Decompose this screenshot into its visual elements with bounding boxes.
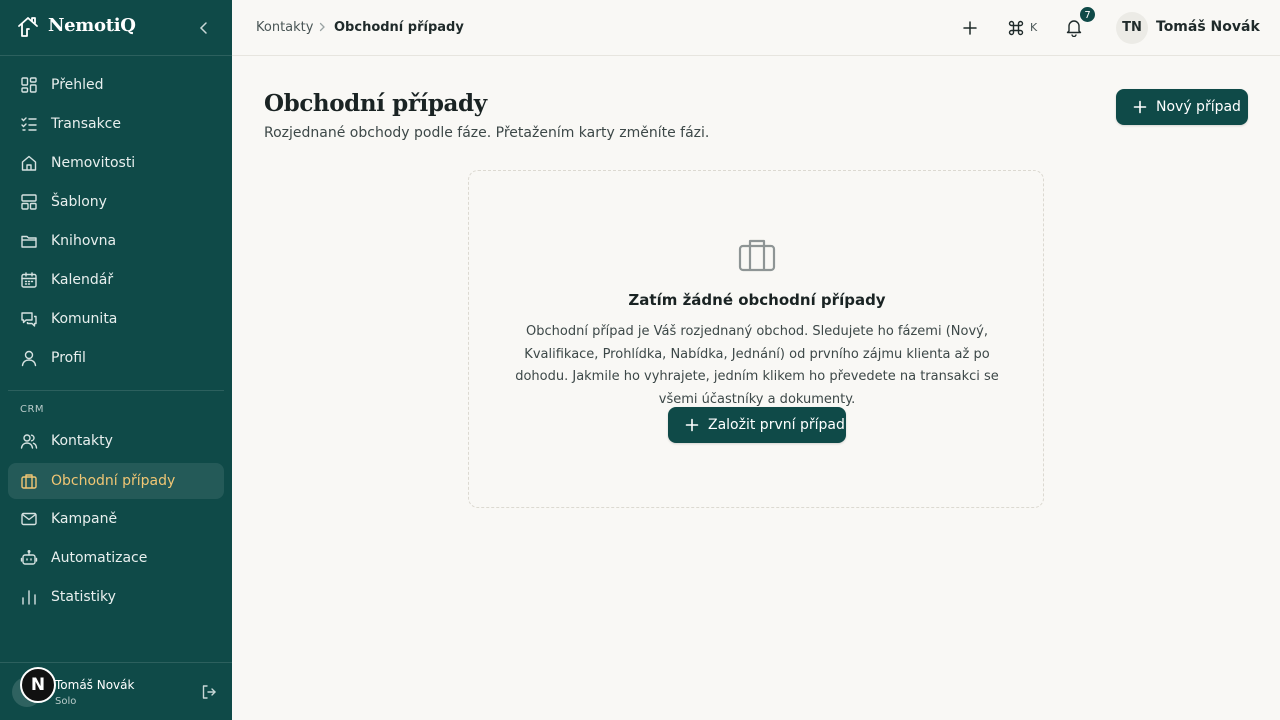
chat-icon [21, 312, 37, 327]
sidebar-item-label: Profil [51, 350, 86, 366]
sidebar-item-komunita[interactable]: Komunita [8, 301, 224, 337]
sidebar-item-label: Nemovitosti [51, 155, 136, 171]
bar-chart-icon [22, 590, 36, 605]
sidebar-item-statistiky[interactable]: Statistiky [8, 579, 224, 615]
user-icon [21, 350, 37, 367]
footer-user-plan: Solo [55, 696, 77, 707]
sidebar-item-label: Kontakty [51, 433, 113, 449]
sidebar-item-label: Přehled [51, 77, 104, 93]
grid-icon [21, 77, 37, 93]
plus-icon[interactable] [961, 19, 979, 37]
breadcrumb-current: Obchodní případy [334, 20, 464, 35]
sidebar-item-automatizace[interactable]: Automatizace [8, 540, 224, 576]
sidebar-item-label: Statistiky [51, 589, 116, 605]
sidebar-item-label: Kalendář [51, 272, 114, 288]
empty-state: Zatím žádné obchodní případy Obchodní př… [468, 170, 1044, 508]
create-first-case-label: Založit první případ [708, 417, 845, 433]
sidebar-item-label: Kampaně [51, 511, 118, 527]
checklist-icon [21, 117, 37, 131]
command-icon[interactable] [1007, 19, 1025, 37]
topbar: Kontakty Obchodní případy K 7 TN Tomáš N… [232, 0, 1280, 56]
briefcase-icon [21, 474, 37, 489]
bell-icon[interactable] [1065, 18, 1083, 37]
home-icon [21, 155, 37, 171]
brand: NemotiQ [0, 0, 232, 56]
folder-icon [21, 235, 37, 248]
user-name[interactable]: Tomáš Novák [1156, 19, 1260, 35]
footer-user-name: Tomáš Novák [55, 678, 135, 692]
page-subtitle: Rozjednané obchody podle fáze. Přetažení… [264, 125, 710, 141]
sidebar-footer: N Tomáš Novák Solo [0, 662, 232, 720]
sidebar-item-nemovitosti[interactable]: Nemovitosti [8, 145, 224, 181]
breadcrumb-item-kontakty[interactable]: Kontakty [256, 20, 313, 35]
sidebar-item-kontakty[interactable]: Kontakty [8, 423, 224, 459]
sidebar-item-sablony[interactable]: Šablony [8, 184, 224, 220]
avatar-letter-badge[interactable]: N [20, 667, 56, 703]
sidebar-item-knihovna[interactable]: Knihovna [8, 223, 224, 259]
template-icon [21, 194, 37, 210]
sidebar-item-kampane[interactable]: Kampaně [8, 501, 224, 537]
empty-state-text: Obchodní případ je Váš rozjednaný obchod… [515, 324, 999, 407]
notification-badge: 7 [1079, 6, 1096, 23]
sidebar-item-label: Automatizace [51, 550, 148, 566]
plus-icon [1133, 100, 1147, 114]
sidebar-item-label: Komunita [51, 311, 118, 327]
create-first-case-button[interactable]: Založit první případ [668, 407, 846, 443]
sidebar-item-label: Knihovna [51, 233, 117, 249]
collapse-sidebar-icon[interactable] [196, 20, 212, 36]
sidebar: NemotiQ Přehled Transakce Nemovitosti Ša… [0, 0, 232, 720]
sidebar-item-kalendar[interactable]: Kalendář [8, 262, 224, 298]
sidebar-item-label: Transakce [51, 116, 121, 132]
sidebar-item-label: Šablony [51, 194, 107, 210]
brand-name: NemotiQ [48, 15, 136, 36]
sidebar-item-transakce[interactable]: Transakce [8, 106, 224, 142]
new-case-label: Nový případ [1156, 99, 1241, 115]
empty-state-title: Zatím žádné obchodní případy [628, 291, 886, 309]
calendar-icon [21, 272, 37, 288]
sidebar-item-profil[interactable]: Profil [8, 340, 224, 376]
page-title: Obchodní případy [264, 90, 487, 117]
sidebar-section-label: CRM [20, 404, 45, 415]
house-logo-icon [18, 17, 38, 37]
sidebar-item-obchodni-pripady[interactable]: Obchodní případy [8, 463, 224, 499]
users-icon [20, 434, 38, 449]
sidebar-item-prehled[interactable]: Přehled [8, 67, 224, 103]
shortcut-key: K [1030, 21, 1038, 34]
briefcase-icon [738, 239, 776, 272]
bot-icon [20, 550, 38, 565]
new-case-button[interactable]: Nový případ [1116, 89, 1248, 125]
user-avatar[interactable]: TN [1116, 12, 1148, 44]
sidebar-item-label: Obchodní případy [51, 473, 176, 489]
sidebar-divider [8, 390, 224, 391]
plus-icon [685, 418, 699, 432]
mail-icon [21, 512, 37, 526]
logout-icon[interactable] [201, 684, 217, 700]
chevron-right-icon [319, 22, 325, 32]
